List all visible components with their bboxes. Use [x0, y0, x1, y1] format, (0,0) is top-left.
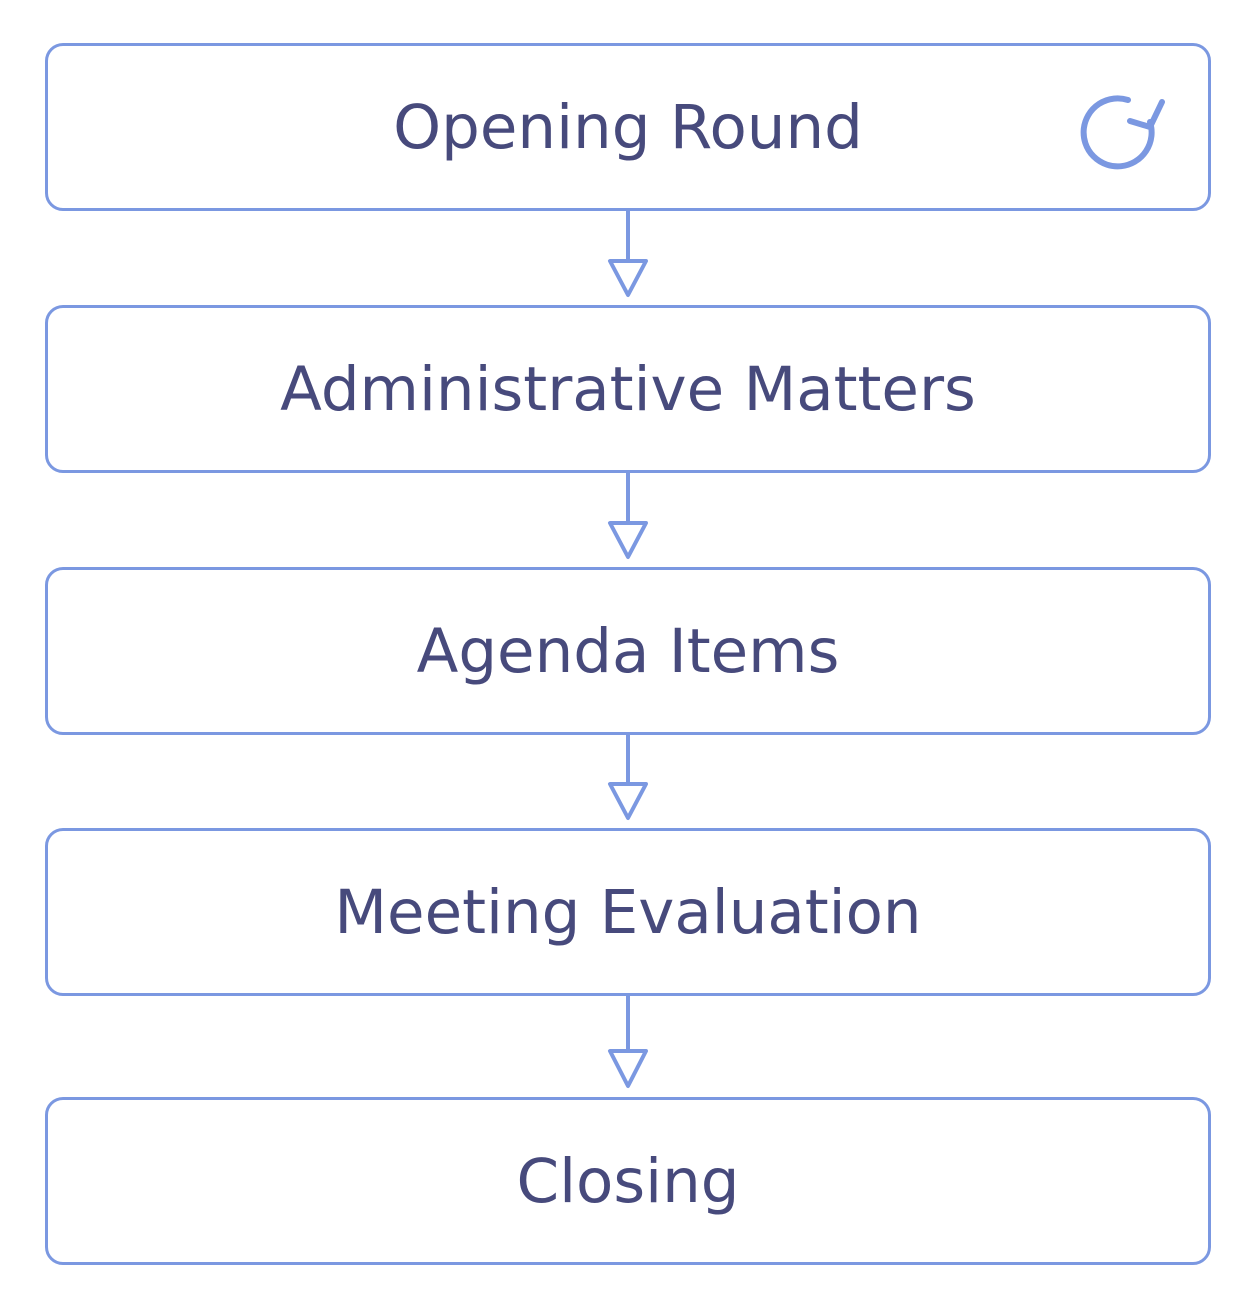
step-label: Agenda Items: [416, 615, 840, 687]
step-administrative-matters: Administrative Matters: [45, 305, 1211, 473]
step-label: Closing: [516, 1145, 740, 1217]
step-label: Administrative Matters: [280, 353, 976, 425]
step-label: Meeting Evaluation: [334, 876, 922, 948]
repeat-icon: [1080, 95, 1165, 170]
flow-arrow: [608, 473, 648, 559]
step-closing: Closing: [45, 1097, 1211, 1265]
flow-arrow: [608, 211, 648, 297]
step-opening-round: Opening Round: [45, 43, 1211, 211]
step-meeting-evaluation: Meeting Evaluation: [45, 828, 1211, 996]
step-label: Opening Round: [393, 91, 863, 163]
flow-arrow: [608, 735, 648, 820]
step-agenda-items: Agenda Items: [45, 567, 1211, 735]
flow-arrow: [608, 996, 648, 1088]
